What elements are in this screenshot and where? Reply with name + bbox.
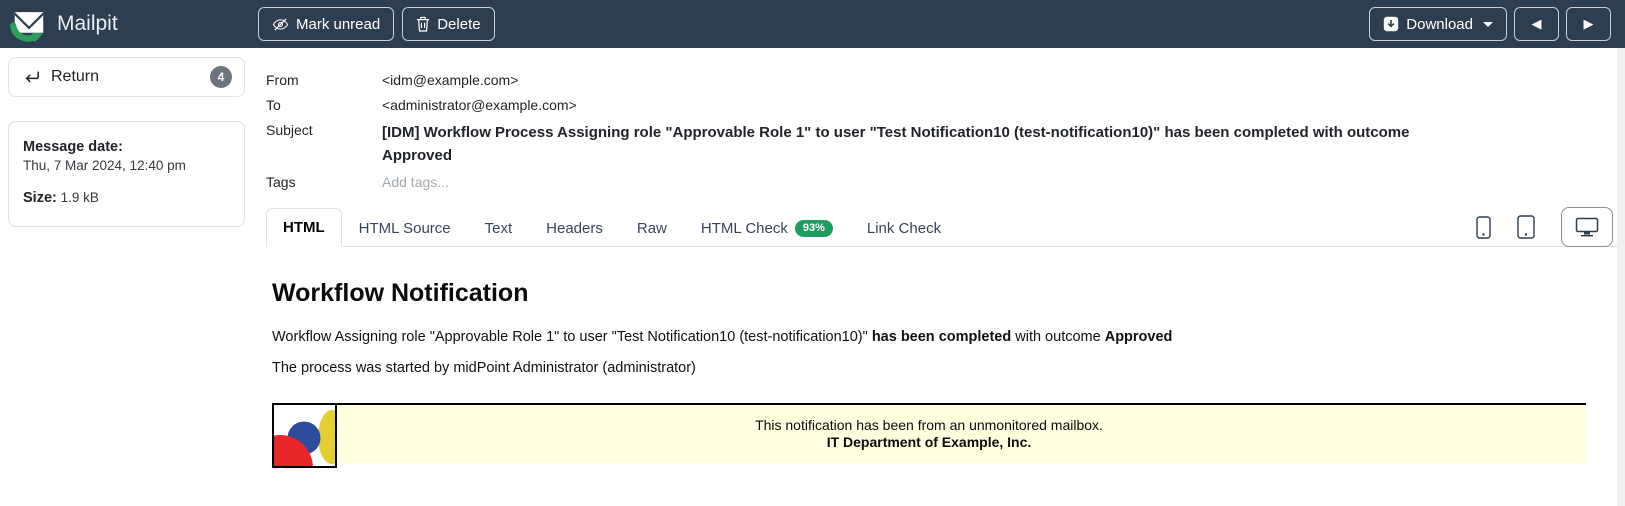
message-actions: Mark unread Delete — [258, 7, 495, 41]
notice-line-2: IT Department of Example, Inc. — [755, 434, 1103, 451]
tab-html-label: HTML — [283, 219, 325, 236]
unread-count-badge: 4 — [210, 66, 232, 88]
to-label: To — [266, 96, 382, 115]
next-message-button[interactable]: ▶ — [1566, 7, 1611, 41]
message-info-card: Message date: Thu, 7 Mar 2024, 12:40 pm … — [8, 121, 245, 227]
from-label: From — [266, 71, 382, 90]
to-value: <administrator@example.com> — [382, 96, 577, 115]
eye-slash-icon — [272, 16, 289, 33]
delete-button[interactable]: Delete — [402, 7, 494, 41]
trash-icon — [416, 16, 430, 32]
tab-headers[interactable]: Headers — [529, 209, 620, 247]
tags-label: Tags — [266, 173, 382, 192]
email-title: Workflow Notification — [272, 279, 1625, 308]
previous-message-button[interactable]: ◀ — [1514, 7, 1559, 41]
tab-html-check[interactable]: HTML Check 93% — [684, 209, 850, 247]
html-preview: Workflow Notification Workflow Assigning… — [266, 247, 1625, 463]
size-value: 1.9 kB — [61, 190, 99, 205]
tablet-icon[interactable] — [1517, 215, 1535, 239]
sidebar: Return 4 Message date: Thu, 7 Mar 2024, … — [0, 48, 253, 227]
email-paragraph-2: The process was started by midPoint Admi… — [272, 360, 1625, 376]
tab-html-check-label: HTML Check — [701, 220, 788, 237]
subject-value: [IDM] Workflow Process Assigning role "A… — [382, 121, 1462, 167]
tab-text[interactable]: Text — [468, 209, 530, 247]
size-label: Size: — [23, 190, 57, 206]
return-label: Return — [51, 68, 99, 86]
tab-html[interactable]: HTML — [266, 208, 342, 247]
download-label: Download — [1406, 16, 1473, 33]
mark-unread-label: Mark unread — [296, 16, 380, 33]
tab-headers-label: Headers — [546, 220, 603, 237]
message-date-value: Thu, 7 Mar 2024, 12:40 pm — [23, 158, 230, 173]
top-navbar: Mailpit Mark unread Delete — [0, 0, 1625, 48]
html-check-score-badge: 93% — [795, 220, 833, 237]
phone-icon[interactable] — [1476, 216, 1491, 239]
notice-line-1: This notification has been from an unmon… — [755, 417, 1103, 434]
tab-bar: HTML HTML Source Text Headers Raw HTML C… — [266, 208, 1625, 247]
navbar-right-actions: Download ◀ ▶ — [1369, 7, 1611, 41]
tab-text-label: Text — [485, 220, 513, 237]
desktop-icon[interactable] — [1561, 207, 1613, 247]
mark-unread-button[interactable]: Mark unread — [258, 7, 394, 41]
preview-device-toggles — [1476, 208, 1613, 246]
delete-label: Delete — [437, 16, 480, 33]
tab-html-source-label: HTML Source — [359, 220, 451, 237]
main-area: Return 4 Message date: Thu, 7 Mar 2024, … — [0, 48, 1625, 463]
tab-raw[interactable]: Raw — [620, 209, 684, 247]
brand-title: Mailpit — [57, 12, 118, 36]
tab-link-check[interactable]: Link Check — [850, 209, 958, 247]
tab-raw-label: Raw — [637, 220, 667, 237]
return-button[interactable]: Return 4 — [8, 57, 245, 97]
tags-input[interactable]: Add tags... — [382, 173, 449, 192]
caret-down-icon — [1483, 22, 1493, 27]
mailpit-logo-icon — [10, 5, 48, 43]
header-row-tags: Tags Add tags... — [266, 170, 1625, 195]
header-row-from: From <idm@example.com> — [266, 68, 1625, 93]
tab-link-check-label: Link Check — [867, 220, 941, 237]
message-date-label: Message date: — [23, 139, 230, 155]
brand[interactable]: Mailpit — [10, 5, 258, 43]
arrow-left-icon: ◀ — [1532, 16, 1542, 32]
message-headers: From <idm@example.com> To <administrator… — [266, 68, 1625, 195]
header-row-to: To <administrator@example.com> — [266, 93, 1625, 118]
arrow-right-icon: ▶ — [1584, 16, 1594, 32]
scrollbar[interactable] — [1617, 48, 1625, 506]
download-button[interactable]: Download — [1369, 7, 1507, 41]
tab-html-source[interactable]: HTML Source — [342, 209, 468, 247]
email-paragraph-1: Workflow Assigning role "Approvable Role… — [272, 329, 1625, 345]
header-row-subject: Subject [IDM] Workflow Process Assigning… — [266, 118, 1625, 170]
from-value: <idm@example.com> — [382, 71, 518, 90]
download-icon — [1383, 16, 1399, 32]
subject-label: Subject — [266, 121, 382, 167]
company-logo-image — [272, 403, 337, 468]
message-panel: From <idm@example.com> To <administrator… — [253, 48, 1625, 463]
email-footer-notice: This notification has been from an unmon… — [272, 403, 1586, 463]
return-arrow-icon — [23, 69, 41, 85]
